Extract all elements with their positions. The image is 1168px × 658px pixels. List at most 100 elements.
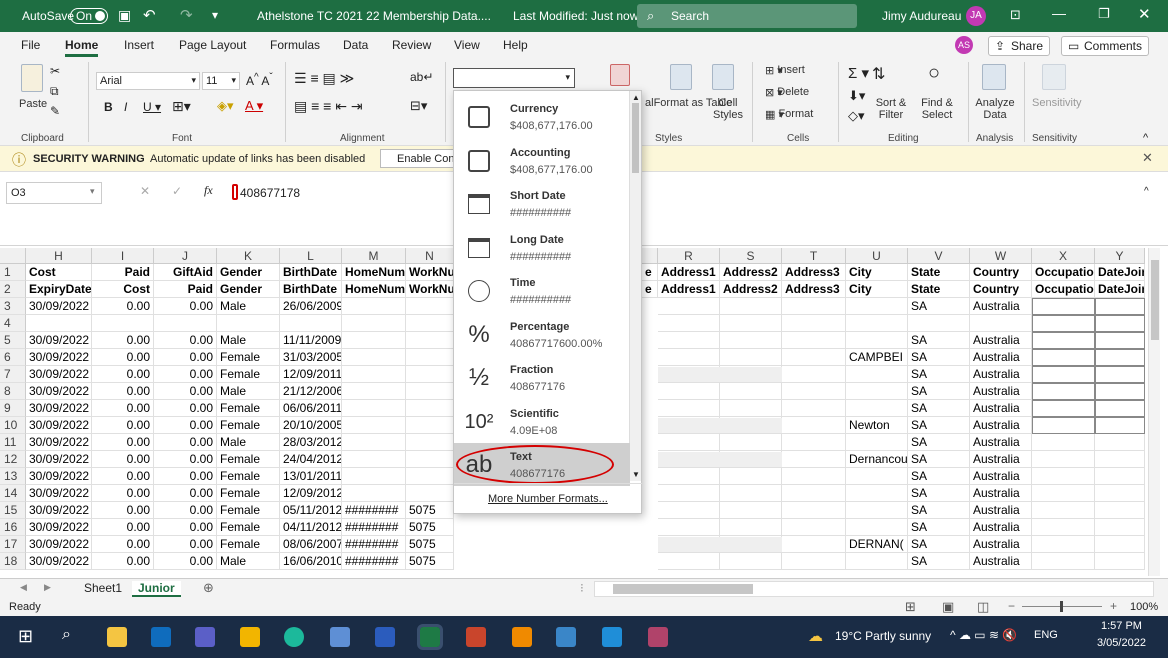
table-cell[interactable]: SA	[908, 536, 970, 553]
table-cell[interactable]	[1095, 485, 1145, 502]
weather-text[interactable]: 19°C Partly sunny	[835, 629, 931, 643]
menu-formulas[interactable]: Formulas	[270, 38, 320, 52]
clock-date[interactable]: 3/05/2022	[1097, 637, 1146, 649]
table-cell[interactable]: SA	[908, 519, 970, 536]
table-cell[interactable]: 30/09/2022	[26, 400, 92, 417]
table-cell[interactable]	[846, 553, 908, 570]
table-cell[interactable]	[720, 298, 782, 315]
entry-box[interactable]	[1095, 315, 1145, 332]
table-cell[interactable]	[782, 417, 846, 434]
ribbon-display-icon[interactable]: ⊡	[1010, 7, 1021, 23]
format-option-percentage[interactable]: % Percentage 40867717600.00%	[454, 313, 630, 356]
table-cell[interactable]: Female	[217, 502, 280, 519]
table-cell[interactable]: Female	[217, 468, 280, 485]
table-cell[interactable]: SA	[908, 485, 970, 502]
table-cell[interactable]: 30/09/2022	[26, 434, 92, 451]
sort-filter-icon[interactable]: ⇅	[872, 64, 885, 84]
table-cell[interactable]: SA	[908, 417, 970, 434]
table-cell[interactable]: 30/09/2022	[26, 468, 92, 485]
enable-content-button[interactable]: Enable Cont	[380, 149, 458, 168]
entry-box[interactable]	[1032, 315, 1095, 332]
table-cell[interactable]	[1095, 434, 1145, 451]
table-cell[interactable]: Australia	[970, 417, 1032, 434]
table-cell[interactable]	[782, 485, 846, 502]
word-icon[interactable]	[375, 627, 395, 647]
table-cell[interactable]: Female	[217, 451, 280, 468]
zoom-slider[interactable]	[1022, 601, 1102, 612]
row-header[interactable]: 17	[0, 536, 26, 553]
table-cell[interactable]: 0.00	[92, 383, 154, 400]
insert-function-icon[interactable]: fx	[204, 183, 213, 198]
table-cell[interactable]	[406, 298, 454, 315]
table-cell[interactable]	[1032, 553, 1095, 570]
column-header-J[interactable]: J	[154, 248, 217, 264]
clear-icon[interactable]: ◇▾	[848, 108, 865, 124]
table-cell[interactable]	[406, 366, 454, 383]
row-header[interactable]: 9	[0, 400, 26, 417]
table-cell[interactable]: SA	[908, 349, 970, 366]
paste-label[interactable]: Paste	[19, 98, 47, 110]
italic-icon[interactable]: I	[124, 100, 127, 114]
delete-cells[interactable]: ⊠ Delete ▾	[765, 86, 809, 99]
table-cell[interactable]: 0.00	[92, 485, 154, 502]
row-header[interactable]: 7	[0, 366, 26, 383]
table-cell[interactable]	[782, 536, 846, 553]
table-cell[interactable]: 5075	[406, 553, 454, 570]
column-header-Y[interactable]: Y	[1095, 248, 1145, 264]
table-cell[interactable]	[342, 349, 406, 366]
row-header[interactable]: 10	[0, 417, 26, 434]
table-cell[interactable]: 0.00	[154, 383, 217, 400]
table-cell[interactable]: SA	[908, 451, 970, 468]
table-cell[interactable]: 0.00	[154, 366, 217, 383]
table-cell[interactable]: 16/06/2010	[280, 553, 342, 570]
format-painter-icon[interactable]: ✎	[50, 104, 60, 118]
save-icon[interactable]: ▣	[118, 7, 131, 24]
table-cell[interactable]	[720, 349, 782, 366]
table-cell[interactable]: 30/09/2022	[26, 519, 92, 536]
table-cell[interactable]: 0.00	[92, 400, 154, 417]
align-top-icon[interactable]: ☰ ≡ ▤ ≫	[294, 70, 354, 87]
table-cell[interactable]: 0.00	[154, 298, 217, 315]
table-cell[interactable]	[1095, 451, 1145, 468]
table-cell[interactable]: 11/11/2009	[280, 332, 342, 349]
wrap-text-icon[interactable]: ab↵	[410, 70, 433, 84]
row-header[interactable]: 15	[0, 502, 26, 519]
entry-box[interactable]	[1095, 349, 1145, 366]
table-cell[interactable]: Newton	[846, 417, 908, 434]
tab-scroll-left-icon[interactable]: ◀	[20, 582, 27, 593]
table-cell[interactable]	[217, 315, 280, 332]
number-format-select[interactable]: ▾	[453, 68, 575, 88]
table-cell[interactable]	[406, 451, 454, 468]
table-cell[interactable]: Female	[217, 349, 280, 366]
table-cell[interactable]	[720, 315, 782, 332]
table-cell[interactable]	[720, 485, 782, 502]
table-cell[interactable]: 0.00	[154, 536, 217, 553]
row-header[interactable]: 14	[0, 485, 26, 502]
coauthor-avatar[interactable]: AS	[955, 36, 973, 54]
table-cell[interactable]: BirthDate	[280, 264, 342, 281]
column-header-M[interactable]: M	[342, 248, 406, 264]
table-cell[interactable]: 30/09/2022	[26, 502, 92, 519]
table-cell[interactable]	[782, 434, 846, 451]
fill-icon[interactable]: ⬇▾	[848, 88, 865, 104]
table-cell[interactable]	[720, 434, 782, 451]
table-cell[interactable]: Female	[217, 417, 280, 434]
table-cell[interactable]: 0.00	[154, 485, 217, 502]
table-cell[interactable]: SA	[908, 468, 970, 485]
table-cell[interactable]	[342, 434, 406, 451]
table-cell[interactable]: 0.00	[154, 349, 217, 366]
table-cell[interactable]	[782, 519, 846, 536]
table-cell[interactable]: Australia	[970, 502, 1032, 519]
table-cell[interactable]	[720, 332, 782, 349]
table-cell[interactable]	[782, 315, 846, 332]
cancel-formula-icon[interactable]: ✕	[140, 184, 150, 198]
table-cell[interactable]: Country	[970, 281, 1032, 298]
column-header-T[interactable]: T	[782, 248, 846, 264]
font-color-icon[interactable]: A ▾	[245, 98, 263, 114]
table-cell[interactable]: Australia	[970, 451, 1032, 468]
column-header-K[interactable]: K	[217, 248, 280, 264]
table-cell[interactable]: Male	[217, 298, 280, 315]
bold-icon[interactable]: B	[104, 100, 113, 114]
table-cell[interactable]: 30/09/2022	[26, 536, 92, 553]
table-cell[interactable]: Australia	[970, 536, 1032, 553]
